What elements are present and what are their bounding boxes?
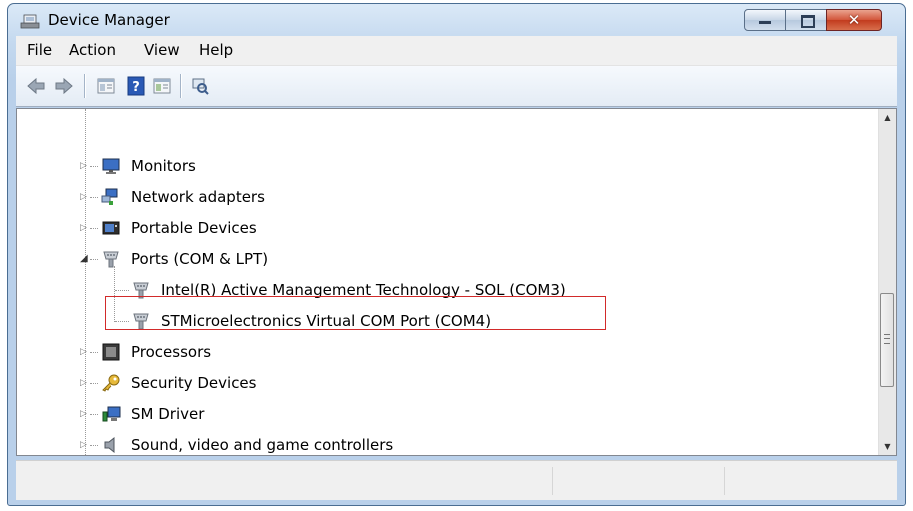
device-tree[interactable]: ▷ Monitors ▷ Network adapters ▷ Portable… bbox=[16, 108, 897, 456]
menu-action[interactable]: Action bbox=[69, 41, 116, 59]
tree-item-label: Ports (COM & LPT) bbox=[131, 250, 269, 268]
key-icon bbox=[102, 374, 120, 392]
window-title: Device Manager bbox=[48, 11, 170, 29]
expand-arrow-icon[interactable]: ▷ bbox=[80, 400, 90, 428]
menu-view[interactable]: View bbox=[144, 41, 180, 59]
tree-item-sound-video-game[interactable]: ▷ Sound, video and game controllers bbox=[17, 431, 877, 459]
tree-item-sm-driver[interactable]: ▷ SM Driver bbox=[17, 400, 877, 428]
minimize-button[interactable] bbox=[744, 9, 786, 31]
scrollbar-thumb[interactable] bbox=[880, 293, 894, 387]
show-hide-console-tree-icon[interactable] bbox=[96, 76, 116, 96]
tree-line bbox=[90, 414, 98, 415]
toolbar-separator bbox=[84, 74, 86, 98]
tree-line bbox=[90, 197, 98, 198]
processor-icon bbox=[102, 343, 120, 361]
expand-arrow-icon[interactable]: ▷ bbox=[80, 214, 90, 242]
tree-line bbox=[90, 352, 98, 353]
highlight-box bbox=[105, 296, 606, 330]
properties-icon[interactable] bbox=[152, 76, 172, 96]
sm-driver-icon bbox=[102, 406, 121, 422]
tree-item-security-devices[interactable]: ▷ Security Devices bbox=[17, 369, 877, 397]
monitor-icon bbox=[102, 158, 120, 174]
expand-arrow-icon[interactable]: ▷ bbox=[80, 431, 90, 459]
tree-item-ports[interactable]: ◢ Ports (COM & LPT) bbox=[17, 245, 877, 273]
tree-item-label: Portable Devices bbox=[131, 219, 257, 237]
tree-item-monitors[interactable]: ▷ Monitors bbox=[17, 152, 877, 180]
maximize-button[interactable] bbox=[785, 9, 827, 31]
minimize-icon bbox=[759, 21, 771, 24]
portable-device-icon bbox=[102, 221, 120, 235]
tree-line bbox=[90, 166, 98, 167]
tree-item-label: Processors bbox=[131, 343, 212, 361]
port-connector-icon bbox=[103, 251, 119, 268]
grip-icon bbox=[884, 334, 890, 344]
expand-arrow-icon[interactable]: ▷ bbox=[80, 369, 90, 397]
forward-icon[interactable] bbox=[54, 76, 74, 96]
tree-line bbox=[90, 383, 98, 384]
scroll-up-arrow-icon[interactable]: ▲ bbox=[879, 109, 896, 126]
scroll-down-arrow-icon[interactable]: ▼ bbox=[879, 438, 896, 455]
svg-text:?: ? bbox=[132, 80, 140, 95]
tree-line bbox=[90, 445, 98, 446]
speaker-icon bbox=[104, 436, 115, 454]
toolbar: ? bbox=[16, 66, 897, 107]
status-pane-divider bbox=[552, 467, 553, 495]
tree-line bbox=[90, 228, 98, 229]
collapse-arrow-icon[interactable]: ◢ bbox=[80, 245, 90, 273]
menu-file[interactable]: File bbox=[27, 41, 52, 59]
expand-arrow-icon[interactable]: ▷ bbox=[80, 338, 90, 366]
vertical-scrollbar[interactable]: ▲ ▼ bbox=[878, 109, 896, 455]
tree-item-label: Sound, video and game controllers bbox=[131, 436, 394, 454]
help-icon[interactable]: ? bbox=[126, 76, 146, 96]
status-bar bbox=[16, 460, 897, 500]
tree-item-label: Monitors bbox=[131, 157, 196, 175]
tree-line bbox=[90, 259, 98, 260]
back-icon[interactable] bbox=[26, 76, 46, 96]
close-button[interactable]: ✕ bbox=[826, 9, 882, 31]
tree-item-network-adapters[interactable]: ▷ Network adapters bbox=[17, 183, 877, 211]
toolbar-separator bbox=[180, 74, 182, 98]
tree-item-processors[interactable]: ▷ Processors bbox=[17, 338, 877, 366]
expand-arrow-icon[interactable]: ▷ bbox=[80, 183, 90, 211]
device-manager-window: Device Manager ✕ File Action View Help ? bbox=[7, 3, 906, 506]
tree-line bbox=[115, 290, 129, 291]
maximize-icon bbox=[801, 15, 815, 28]
close-icon: ✕ bbox=[847, 11, 861, 29]
tree-item-label: Security Devices bbox=[131, 374, 257, 392]
title-bar[interactable]: Device Manager ✕ bbox=[8, 4, 905, 36]
menu-help[interactable]: Help bbox=[199, 41, 233, 59]
tree-item-label: SM Driver bbox=[131, 405, 205, 423]
menu-bar: File Action View Help bbox=[16, 36, 897, 66]
network-adapter-icon bbox=[101, 188, 118, 205]
tree-item-label: Network adapters bbox=[131, 188, 265, 206]
status-pane-divider bbox=[724, 467, 725, 495]
tree-item-portable-devices[interactable]: ▷ Portable Devices bbox=[17, 214, 877, 242]
expand-arrow-icon[interactable]: ▷ bbox=[80, 152, 90, 180]
device-manager-icon bbox=[20, 14, 40, 29]
scan-hardware-icon[interactable] bbox=[190, 76, 210, 96]
